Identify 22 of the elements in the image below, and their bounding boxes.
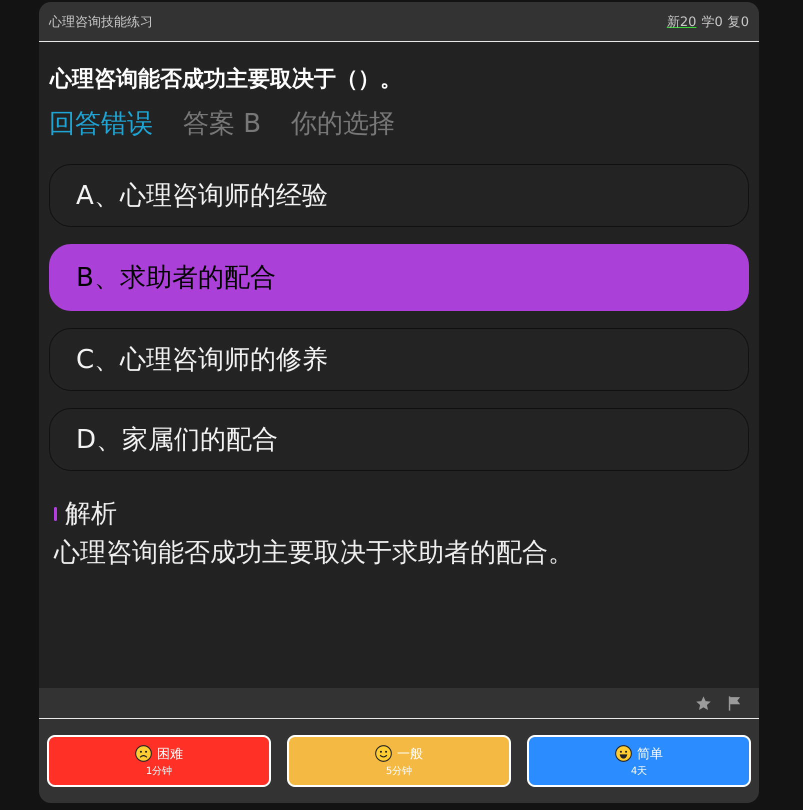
ease-button[interactable]: 简单 4天 — [527, 735, 751, 787]
answer-option[interactable]: C、心理咨询师的修养 — [49, 328, 749, 391]
star-icon[interactable] — [695, 694, 712, 712]
analysis-text: 心理咨询能否成功主要取决于求助者的配合。 — [52, 537, 575, 570]
queue-count: 新20 — [666, 14, 696, 30]
ease-button[interactable]: 困难 1分钟 — [47, 735, 271, 787]
grinning-face-icon — [615, 745, 632, 762]
queue-count: 学0 — [701, 14, 723, 30]
answer-option[interactable]: D、家属们的配合 — [49, 408, 749, 471]
answer-option[interactable]: A、心理咨询师的经验 — [49, 164, 749, 227]
flag-icon[interactable] — [726, 694, 743, 712]
answer-text: 答案 B — [183, 108, 262, 141]
verdict-text: 回答错误 — [49, 108, 153, 141]
choice-note: 你的选择 — [291, 108, 396, 141]
deck-title: 心理咨询技能练习 — [49, 14, 153, 30]
queue-count: 复0 — [728, 14, 749, 30]
frowning-face-icon — [135, 745, 152, 762]
analysis-heading: 解析 — [65, 498, 117, 531]
answer-option[interactable]: B、求助者的配合 — [49, 244, 749, 311]
question-text: 心理咨询能否成功主要取决于（）。 — [49, 66, 403, 94]
accent-bar — [54, 507, 57, 521]
smiling-face-icon — [375, 745, 392, 762]
